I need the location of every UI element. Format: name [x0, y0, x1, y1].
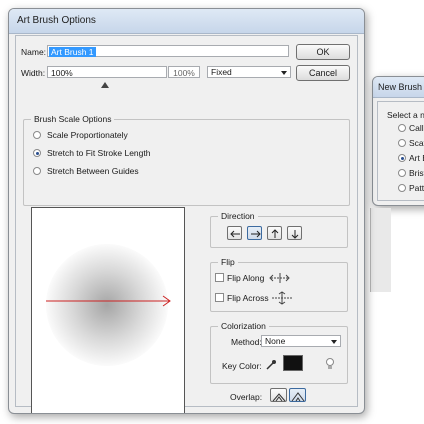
flip-along-checkbox[interactable] — [215, 273, 224, 282]
colorization-group: Colorization Method: None Key Color: — [210, 321, 348, 384]
flip-along-label: Flip Along — [227, 273, 265, 283]
dialog-titlebar: Art Brush Options — [9, 9, 364, 34]
method-select[interactable]: None — [261, 335, 341, 347]
scale-option-label-0: Scale Proportionately — [47, 130, 128, 140]
overlap-adjust-icon — [272, 393, 286, 402]
scale-option-label-1: Stretch to Fit Stroke Length — [47, 148, 151, 158]
overlap-adjust-button[interactable] — [270, 388, 287, 402]
eyedropper-icon[interactable] — [265, 359, 277, 371]
scale-option-radio-1[interactable] — [33, 149, 41, 157]
width-readout: 100% — [168, 66, 200, 78]
arrow-down-icon — [291, 230, 299, 239]
direction-group: Direction — [210, 211, 348, 248]
flip-across-label: Flip Across — [227, 293, 269, 303]
key-color-label: Key Color: — [222, 361, 262, 371]
arrow-up-icon — [271, 229, 279, 238]
direction-left-button[interactable] — [227, 226, 242, 240]
scale-option-radio-0[interactable] — [33, 131, 41, 139]
width-slider-thumb[interactable] — [101, 82, 109, 88]
new-brush-titlebar: New Brush — [373, 77, 424, 98]
brush-type-radio-4[interactable] — [398, 184, 406, 192]
width-field[interactable]: 100% — [47, 66, 167, 78]
name-label: Name: — [21, 47, 47, 57]
direction-right-button[interactable] — [247, 226, 262, 240]
brush-type-radio-2[interactable] — [398, 154, 406, 162]
chevron-down-icon — [281, 71, 287, 75]
scale-option-radio-2[interactable] — [33, 167, 41, 175]
direction-down-button[interactable] — [287, 226, 302, 240]
overlap-label: Overlap: — [230, 392, 263, 402]
brush-type-label-1: Scatt — [409, 138, 424, 148]
brush-preview — [31, 207, 185, 413]
width-readout-value: 100% — [173, 68, 195, 78]
flip-across-checkbox[interactable] — [215, 293, 224, 302]
name-field[interactable]: Art Brush 1 — [47, 45, 289, 57]
flip-across-icon — [272, 291, 292, 305]
method-value: None — [265, 336, 286, 346]
width-mode-value: Fixed — [211, 67, 232, 77]
overlap-none-button[interactable] — [289, 388, 306, 402]
ok-button[interactable]: OK — [296, 44, 350, 60]
cancel-button[interactable]: Cancel — [296, 65, 350, 81]
brush-scale-options-legend: Brush Scale Options — [31, 114, 115, 124]
name-field-value: Art Brush 1 — [49, 47, 96, 57]
arrow-left-icon — [230, 230, 240, 238]
brush-type-label-0: Callig — [409, 123, 424, 133]
new-brush-prompt: Select a ne — [387, 110, 424, 120]
brush-type-label-3: Bristle — [409, 168, 424, 178]
dialog-body: Name: Art Brush 1 OK Width: 100% 100% Fi… — [15, 35, 358, 413]
method-label: Method: — [231, 337, 262, 347]
direction-legend: Direction — [218, 211, 258, 221]
width-field-value: 100% — [51, 68, 73, 78]
width-mode-select[interactable]: Fixed — [207, 66, 291, 78]
brush-type-radio-0[interactable] — [398, 124, 406, 132]
new-brush-title: New Brush — [378, 82, 423, 92]
brush-type-label-4: Patte — [409, 183, 424, 193]
brush-scale-options-group: Brush Scale Options Scale Proportionatel… — [23, 114, 350, 206]
colorization-legend: Colorization — [218, 321, 269, 331]
brush-type-label-2: Art Br — [409, 153, 424, 163]
width-label: Width: — [21, 68, 46, 78]
key-color-swatch[interactable] — [283, 355, 303, 371]
flip-legend: Flip — [218, 257, 238, 267]
new-brush-window: New Brush Select a ne Callig Scatt Art B… — [372, 76, 424, 206]
direction-up-button[interactable] — [267, 226, 282, 240]
brush-type-radio-3[interactable] — [398, 169, 406, 177]
flip-group: Flip Flip Along Flip Across — [210, 257, 348, 312]
flip-along-icon — [269, 273, 290, 283]
lightbulb-icon[interactable] — [325, 358, 335, 370]
preview-stroke-path — [46, 295, 171, 307]
arrow-right-icon — [251, 230, 261, 238]
new-brush-body: Select a ne Callig Scatt Art Br Bristle … — [377, 101, 424, 201]
brush-type-radio-1[interactable] — [398, 139, 406, 147]
art-brush-options-window: Art Brush Options Name: Art Brush 1 OK W… — [8, 8, 365, 414]
chevron-down-icon — [331, 340, 337, 344]
background-panel-strip — [370, 208, 391, 292]
overlap-none-icon — [291, 392, 305, 402]
dialog-title: Art Brush Options — [17, 15, 96, 26]
scale-option-label-2: Stretch Between Guides — [47, 166, 139, 176]
